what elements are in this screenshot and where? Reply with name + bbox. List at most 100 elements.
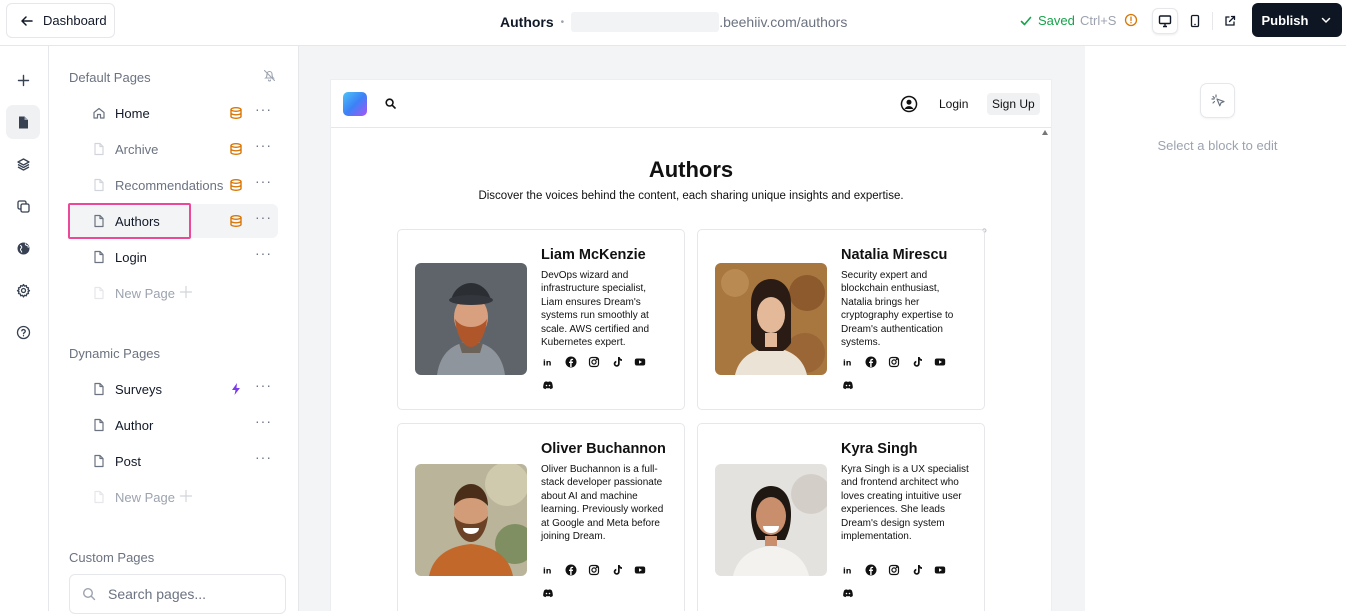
more-options-icon[interactable]: ··· — [255, 245, 272, 261]
page-item-post[interactable]: Post ··· — [69, 444, 278, 478]
page-item-surveys[interactable]: Surveys ··· — [69, 372, 278, 406]
page-item-author[interactable]: Author ··· — [69, 408, 278, 442]
scroll-up-arrow[interactable] — [1042, 130, 1048, 135]
file-icon — [94, 418, 104, 432]
instagram-icon[interactable] — [587, 563, 601, 577]
author-bio: Kyra Singh is a UX specialist and fronte… — [841, 464, 969, 543]
mobile-view-button[interactable] — [1182, 8, 1208, 34]
tiktok-icon[interactable] — [610, 563, 624, 577]
social-links: in — [541, 563, 661, 600]
linkedin-icon[interactable]: in — [541, 563, 555, 577]
file-icon — [94, 250, 104, 264]
page-address: Authors • .beehiiv.com/authors — [500, 12, 847, 32]
youtube-icon[interactable] — [633, 355, 647, 369]
file-icon — [94, 178, 104, 192]
help-button[interactable] — [6, 315, 40, 349]
linkedin-icon[interactable]: in — [541, 355, 555, 369]
social-links: in — [541, 355, 661, 392]
search-icon — [82, 587, 96, 601]
author-name: Natalia Mirescu — [841, 247, 948, 263]
more-options-icon[interactable]: ··· — [255, 137, 272, 153]
discord-icon[interactable] — [541, 378, 555, 392]
more-options-icon[interactable]: ··· — [255, 413, 272, 429]
new-default-page-button[interactable]: New Page — [69, 276, 278, 310]
site-signup-button[interactable]: Sign Up — [987, 93, 1040, 115]
more-options-icon[interactable]: ··· — [255, 449, 272, 465]
youtube-icon[interactable] — [633, 563, 647, 577]
discord-icon[interactable] — [841, 378, 855, 392]
file-icon — [94, 454, 104, 468]
more-options-icon[interactable]: ··· — [255, 209, 272, 225]
page-url[interactable]: .beehiiv.com/authors — [719, 14, 847, 30]
file-icon — [94, 382, 104, 396]
linkedin-icon[interactable]: in — [841, 355, 855, 369]
author-card[interactable]: Kyra Singh Kyra Singh is a UX specialist… — [697, 423, 985, 611]
instagram-icon[interactable] — [587, 355, 601, 369]
page-item-recommendations[interactable]: Recommendations ··· — [69, 168, 278, 202]
linkedin-icon[interactable]: in — [841, 563, 855, 577]
settings-button[interactable] — [6, 273, 40, 307]
publish-button[interactable]: Publish — [1252, 3, 1342, 37]
page-label: Recommendations — [115, 178, 224, 193]
discord-icon[interactable] — [841, 586, 855, 600]
social-links: in — [841, 355, 961, 392]
duplicate-button[interactable] — [6, 189, 40, 223]
author-photo — [715, 263, 827, 375]
gear-icon — [16, 283, 30, 298]
more-options-icon[interactable]: ··· — [255, 173, 272, 189]
user-circle-icon[interactable] — [900, 95, 918, 113]
copy-icon — [16, 199, 30, 213]
site-navbar[interactable]: Login Sign Up — [331, 80, 1051, 128]
search-icon[interactable] — [385, 98, 396, 109]
tiktok-icon[interactable] — [610, 355, 624, 369]
author-bio: Security expert and blockchain enthusias… — [841, 270, 954, 349]
pages-sidebar: Default Pages Home ··· Archive ··· Recom… — [49, 46, 299, 614]
page-label: Author — [115, 418, 154, 433]
instagram-icon[interactable] — [887, 563, 901, 577]
search-pages-input[interactable] — [108, 586, 268, 602]
facebook-icon[interactable] — [564, 355, 578, 369]
bell-off-icon[interactable] — [263, 69, 276, 82]
author-card[interactable]: Natalia Mirescu Security expert and bloc… — [697, 229, 985, 410]
youtube-icon[interactable] — [933, 563, 947, 577]
pages-button[interactable] — [6, 105, 40, 139]
add-button[interactable] — [6, 63, 40, 97]
svg-text:in: in — [543, 567, 552, 576]
author-card[interactable]: Liam McKenzie DevOps wizard and infrastr… — [397, 229, 685, 410]
author-photo — [715, 464, 827, 576]
facebook-icon[interactable] — [864, 355, 878, 369]
tiktok-icon[interactable] — [910, 355, 924, 369]
back-to-dashboard-button[interactable]: Dashboard — [6, 3, 115, 38]
open-external-button[interactable] — [1217, 8, 1243, 34]
plus-icon — [179, 285, 193, 299]
page-preview[interactable]: Login Sign Up Authors Discover the voice… — [331, 80, 1051, 611]
author-card[interactable]: Oliver Buchannon Oliver Buchannon is a f… — [397, 423, 685, 611]
selection-highlight — [68, 203, 191, 239]
page-item-archive[interactable]: Archive ··· — [69, 132, 278, 166]
youtube-icon[interactable] — [933, 355, 947, 369]
facebook-icon[interactable] — [564, 563, 578, 577]
divider — [1212, 12, 1213, 30]
globe-button[interactable] — [6, 231, 40, 265]
more-options-icon[interactable]: ··· — [255, 377, 272, 393]
author-bio: Oliver Buchannon is a full-stack develop… — [541, 464, 664, 543]
layers-button[interactable] — [6, 147, 40, 181]
new-dynamic-page-button[interactable]: New Page — [69, 480, 278, 514]
page-item-home[interactable]: Home ··· — [69, 96, 278, 130]
page-label: Archive — [115, 142, 159, 157]
more-options-icon[interactable]: ··· — [255, 101, 272, 117]
site-logo[interactable] — [343, 92, 367, 116]
page-label: Post — [115, 454, 142, 469]
instagram-icon[interactable] — [887, 355, 901, 369]
alert-circle-icon[interactable] — [1124, 13, 1138, 27]
page-item-login[interactable]: Login ··· — [69, 240, 278, 274]
desktop-view-button[interactable] — [1152, 8, 1178, 34]
site-login-link[interactable]: Login — [939, 97, 968, 111]
file-icon — [94, 142, 104, 156]
tiktok-icon[interactable] — [910, 563, 924, 577]
authors-heading: Authors — [648, 157, 734, 182]
discord-icon[interactable] — [541, 586, 555, 600]
facebook-icon[interactable] — [864, 563, 878, 577]
back-label: Dashboard — [43, 13, 107, 28]
plus-icon — [179, 489, 193, 503]
